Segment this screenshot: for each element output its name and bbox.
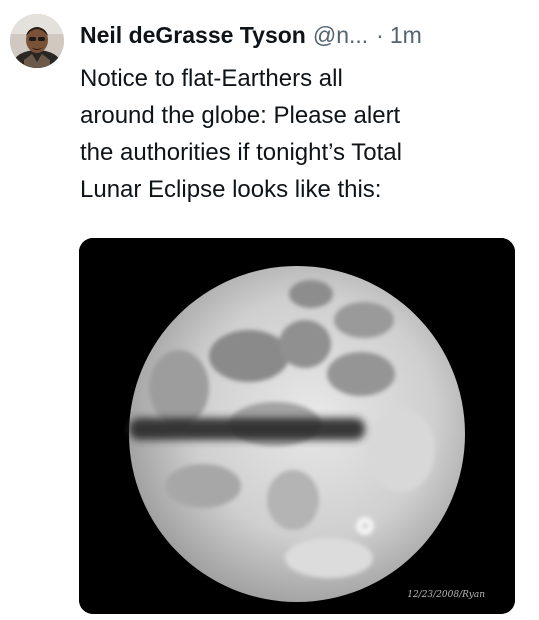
tweet-media[interactable]: 12/23/2008/Ryan	[79, 238, 515, 614]
tweet-timestamp[interactable]: 1m	[390, 18, 422, 52]
tweet-text: Notice to flat-Earthers all around the g…	[80, 65, 402, 203]
tweet-card[interactable]: Neil deGrasse Tyson @n... · 1m Notice to…	[0, 0, 539, 620]
profile-avatar-icon	[10, 14, 64, 68]
author-display-name[interactable]: Neil deGrasse Tyson	[80, 18, 306, 52]
full-moon-image-icon	[79, 238, 515, 614]
image-watermark: 12/23/2008/Ryan	[407, 590, 485, 600]
author-handle[interactable]: @n...	[313, 18, 368, 52]
tweet-header: Neil deGrasse Tyson @n... · 1m	[80, 18, 422, 52]
avatar[interactable]	[10, 14, 64, 68]
separator-dot: ·	[376, 22, 384, 48]
